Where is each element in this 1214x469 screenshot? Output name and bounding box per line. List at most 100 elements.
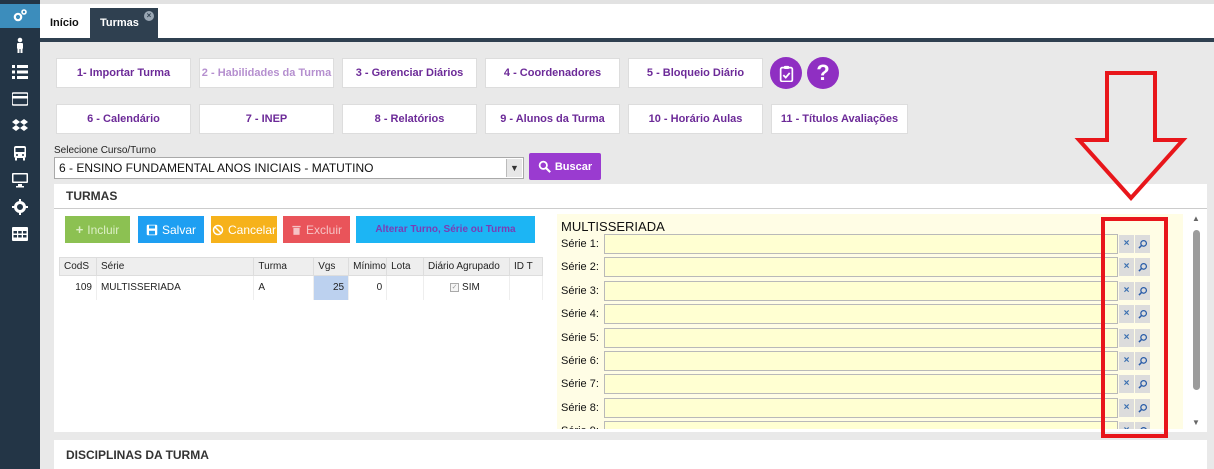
multisseriada-area: MULTISSERIADA Série 1: × Série 2: × Série 3:…	[557, 214, 1183, 429]
col-vgs[interactable]: Vgs	[313, 257, 350, 276]
alterar-turno-serie-turma-button[interactable]: Alterar Turno, Série ou Turma	[356, 216, 535, 243]
clear-icon[interactable]: ×	[1119, 375, 1134, 394]
serie-input[interactable]	[604, 280, 1118, 301]
clear-icon[interactable]: ×	[1119, 328, 1134, 347]
serie-input[interactable]	[604, 257, 1118, 278]
nav-relatorios-button[interactable]: 8 - Relatórios	[342, 104, 477, 134]
nav-inep-button[interactable]: 7 - INEP	[199, 104, 334, 134]
col-cods[interactable]: CodS	[59, 257, 97, 276]
trash-icon	[292, 225, 301, 235]
clear-icon[interactable]: ×	[1119, 281, 1134, 300]
multisseriada-vertical-scrollbar[interactable]: ▲ ▼	[1189, 214, 1203, 429]
salvar-button[interactable]: Salvar	[138, 216, 204, 243]
nav-titulos-avaliacoes-button[interactable]: 11 - Títulos Avaliações	[771, 104, 908, 134]
excluir-button[interactable]: Excluir	[283, 216, 350, 243]
clear-icon[interactable]: ×	[1119, 398, 1134, 417]
curso-turno-label: Selecione Curso/Turno	[54, 145, 156, 156]
credit-card-icon[interactable]	[0, 87, 40, 111]
nav-alunos-turma-button[interactable]: 9 - Alunos da Turma	[485, 104, 620, 134]
question-icon[interactable]: ?	[807, 57, 839, 89]
search-icon[interactable]	[1135, 352, 1150, 370]
col-minimo[interactable]: Mínimo	[348, 257, 388, 276]
multisseriada-title: MULTISSERIADA	[561, 219, 665, 234]
turmas-table: CodS Série Turma Vgs Mínimo Lota Diário …	[59, 257, 543, 300]
cell-id-t	[509, 275, 543, 300]
salvar-label: Salvar	[161, 222, 196, 237]
disciplinas-panel: DISCIPLINAS DA TURMA	[54, 440, 1207, 469]
serie-label: Série 1:	[561, 238, 599, 250]
scroll-up-icon[interactable]: ▲	[1192, 214, 1200, 223]
curso-turno-select[interactable]: 6 - ENSINO FUNDAMENTAL ANOS INICIAIS - M…	[54, 157, 524, 179]
serie-input[interactable]	[604, 397, 1118, 418]
person-icon[interactable]	[0, 33, 40, 57]
search-icon[interactable]	[1135, 235, 1150, 253]
search-icon[interactable]	[1135, 398, 1150, 417]
scrollbar-thumb[interactable]	[1193, 230, 1200, 390]
clear-icon[interactable]: ×	[1119, 258, 1134, 277]
cell-diario-agrupado: ✓ SIM	[423, 275, 510, 300]
clipboard-check-icon[interactable]	[770, 57, 802, 89]
col-diario-agrupado[interactable]: Diário Agrupado	[423, 257, 510, 276]
buscar-button[interactable]: Buscar	[529, 153, 601, 180]
search-icon[interactable]	[1135, 422, 1150, 429]
cell-vgs[interactable]: 25	[313, 275, 350, 300]
nav-importar-turma-button[interactable]: 1- Importar Turma	[56, 58, 191, 88]
table-row[interactable]: 109 MULTISSERIADA A 25 0 ✓ SIM	[59, 275, 543, 300]
close-icon[interactable]: ×	[144, 11, 154, 21]
clear-icon[interactable]: ×	[1119, 422, 1134, 429]
serie-row: Série 4: ×	[561, 304, 1151, 325]
nav-habilidades-turma-button: 2 - Habilidades da Turma	[199, 58, 334, 88]
serie-row: Série 2: ×	[561, 257, 1151, 278]
plus-icon: +	[75, 222, 84, 237]
help-glyph: ?	[816, 60, 830, 85]
cell-turma: A	[253, 275, 315, 300]
col-id-t[interactable]: ID T	[509, 257, 543, 276]
col-serie[interactable]: Série	[95, 257, 255, 276]
save-icon	[146, 224, 158, 235]
search-icon[interactable]	[1135, 258, 1150, 277]
serie-label: Série 9:	[561, 425, 599, 429]
tab-turmas[interactable]: Turmas ×	[90, 8, 158, 38]
clear-icon[interactable]: ×	[1119, 305, 1134, 324]
search-icon[interactable]	[1135, 375, 1150, 394]
gear-icon[interactable]	[0, 195, 40, 219]
nav-calendario-button[interactable]: 6 - Calendário	[56, 104, 191, 134]
tab-bar	[40, 0, 1214, 40]
serie-label: Série 2:	[561, 261, 599, 274]
tab-inicio[interactable]: Início	[40, 8, 89, 38]
incluir-button[interactable]: + Incluir	[65, 216, 130, 243]
serie-input[interactable]	[604, 327, 1118, 348]
nav-gerenciar-diarios-button[interactable]: 3 - Gerenciar Diários	[342, 58, 477, 88]
diario-agrupado-value: SIM	[462, 282, 480, 294]
serie-input[interactable]	[604, 351, 1118, 371]
excluir-label: Excluir	[305, 222, 342, 237]
serie-label: Série 5:	[561, 331, 599, 344]
nav-horario-aulas-button[interactable]: 10 - Horário Aulas	[628, 104, 763, 134]
serie-input[interactable]	[604, 304, 1118, 325]
cancelar-label: Cancelar	[227, 222, 277, 237]
buscar-label: Buscar	[554, 160, 593, 173]
scroll-down-icon[interactable]: ▼	[1192, 418, 1200, 427]
bus-icon[interactable]	[0, 141, 40, 165]
turmas-panel: TURMAS + Incluir Salvar Cancelar Excluir…	[54, 184, 1207, 465]
search-icon[interactable]	[1135, 281, 1150, 300]
serie-input[interactable]	[604, 374, 1118, 395]
cancelar-button[interactable]: Cancelar	[211, 216, 277, 243]
serie-row: Série 5: ×	[561, 327, 1151, 348]
gears-icon[interactable]	[0, 4, 40, 28]
col-lota[interactable]: Lota	[386, 257, 425, 276]
nav-coordenadores-button[interactable]: 4 - Coordenadores	[485, 58, 620, 88]
chevron-down-icon[interactable]: ▼	[506, 159, 522, 177]
dropbox-icon[interactable]	[0, 114, 40, 138]
search-icon[interactable]	[1135, 328, 1150, 347]
serie-input[interactable]	[604, 421, 1118, 429]
clear-icon[interactable]: ×	[1119, 235, 1134, 253]
table-icon[interactable]	[0, 222, 40, 246]
search-icon[interactable]	[1135, 305, 1150, 324]
nav-bloqueio-diario-button[interactable]: 5 - Bloqueio Diário	[628, 58, 763, 88]
monitor-icon[interactable]	[0, 168, 40, 192]
col-turma[interactable]: Turma	[253, 257, 315, 276]
clear-icon[interactable]: ×	[1119, 352, 1134, 370]
serie-input[interactable]	[604, 234, 1118, 254]
list-icon[interactable]	[0, 60, 40, 84]
